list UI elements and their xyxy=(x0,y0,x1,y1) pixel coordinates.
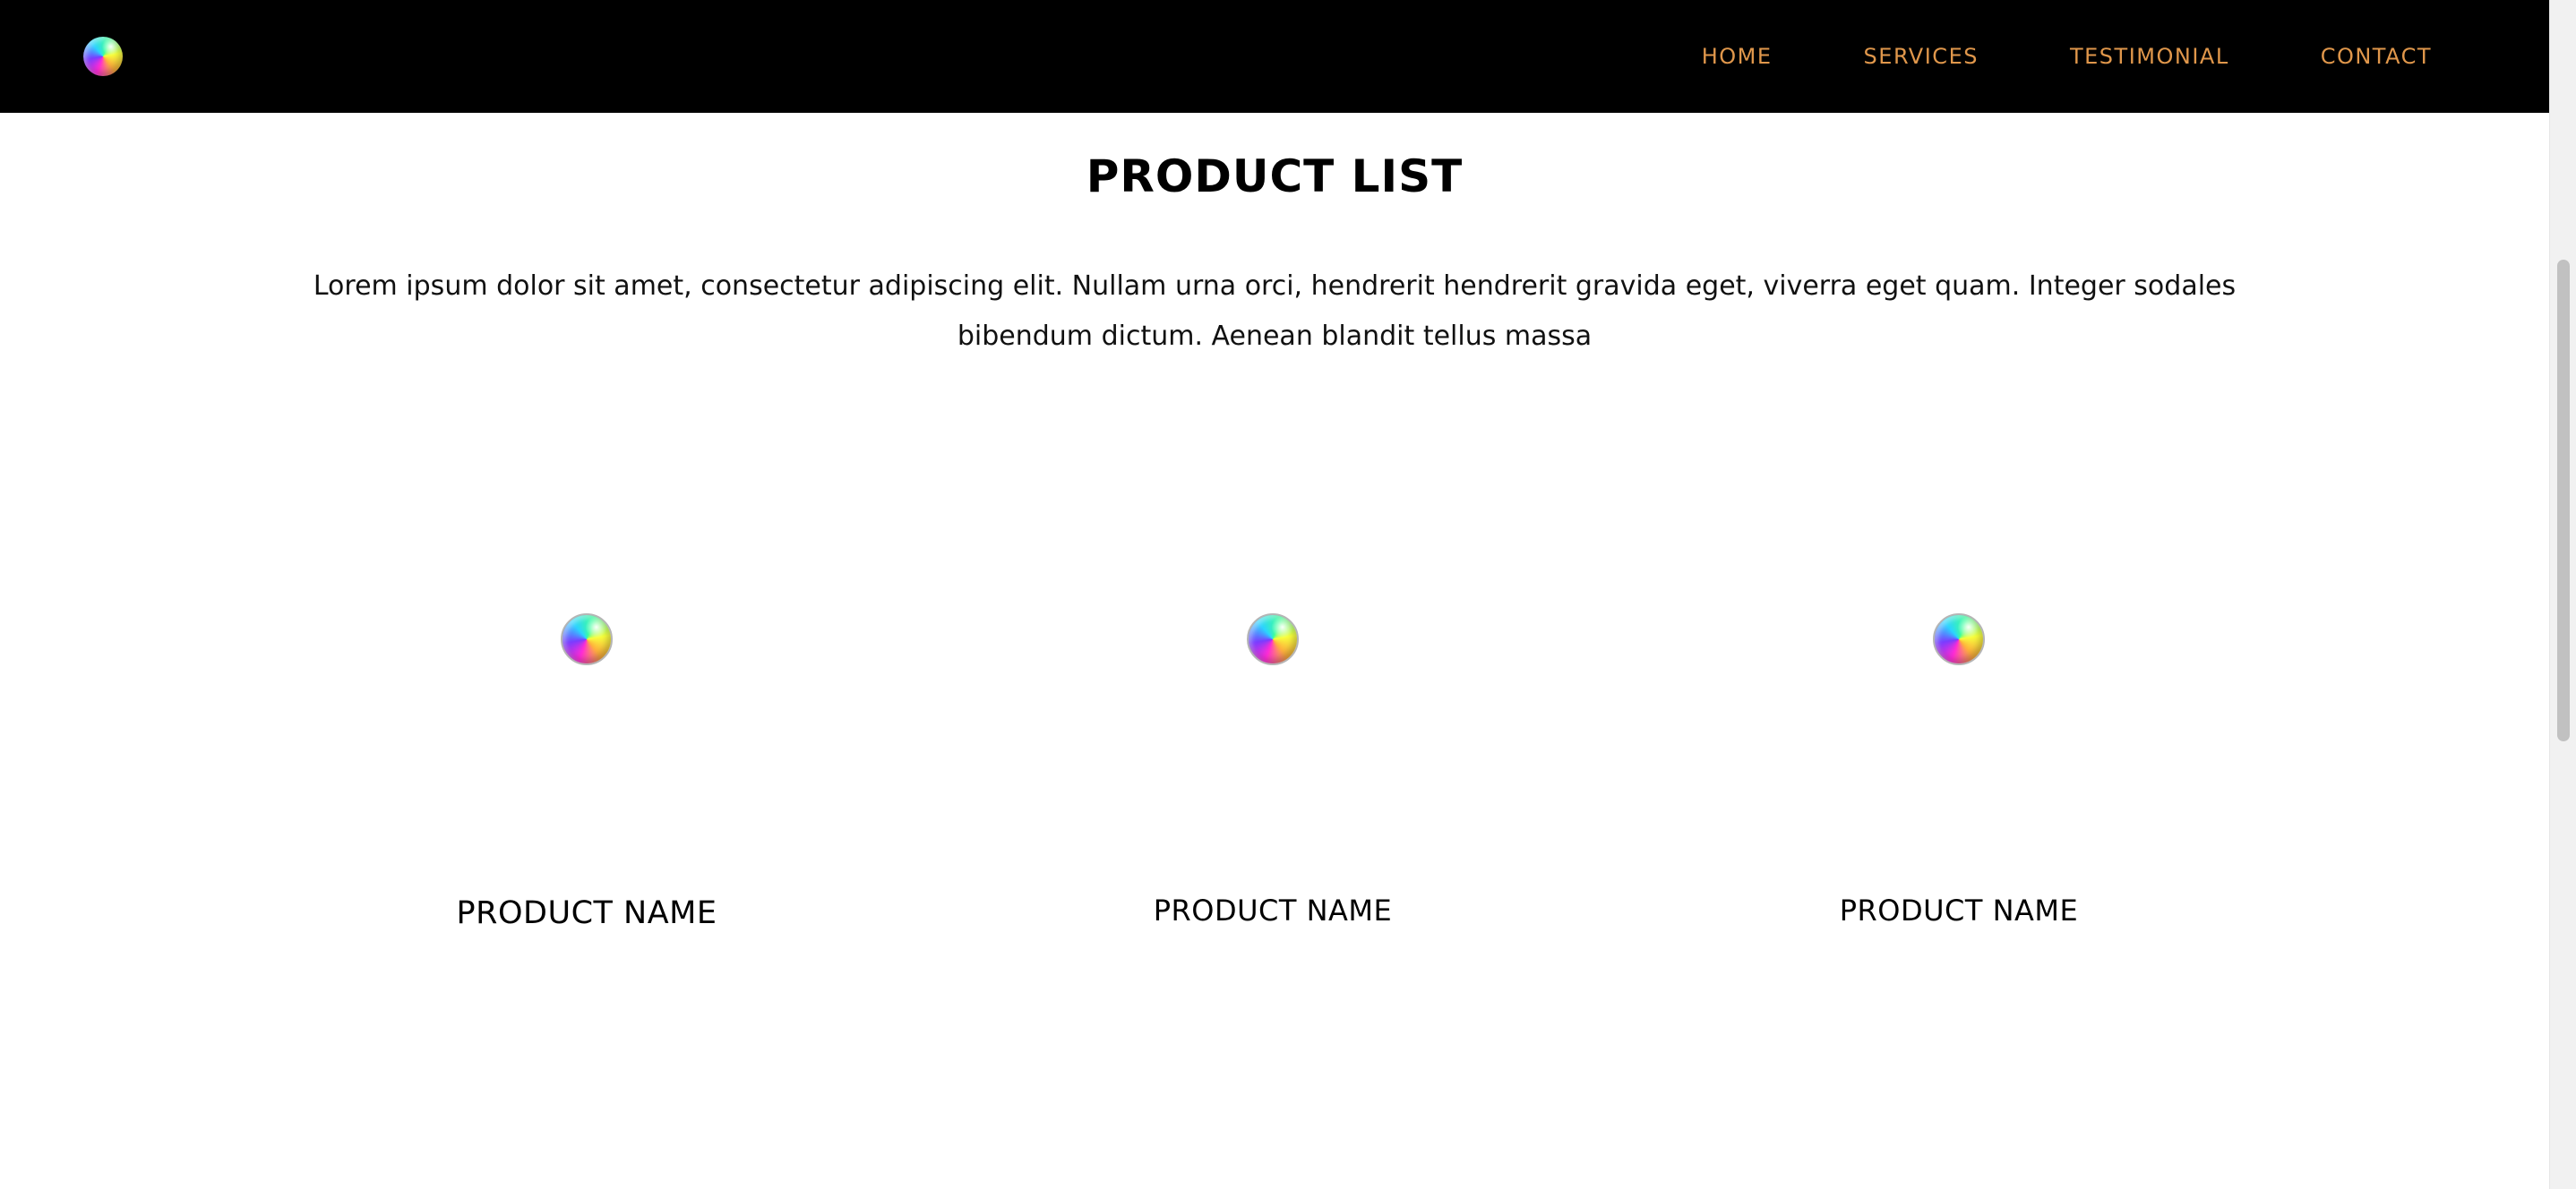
nav-link-home[interactable]: HOME xyxy=(1702,44,1773,69)
scrollbar-thumb[interactable] xyxy=(2557,260,2570,741)
nav-link-testimonial[interactable]: TESTIMONIAL xyxy=(2070,44,2229,69)
product-card[interactable]: PRODUCT NAME xyxy=(1735,609,2183,949)
logo-icon[interactable] xyxy=(83,37,123,76)
page: HOME SERVICES TESTIMONIAL CONTACT PRODUC… xyxy=(0,0,2576,1189)
navbar: HOME SERVICES TESTIMONIAL CONTACT xyxy=(0,0,2549,113)
product-image[interactable] xyxy=(1247,613,1299,665)
page-title: PRODUCT LIST xyxy=(1086,150,1464,202)
rainbow-orb-icon xyxy=(1247,613,1299,665)
rainbow-orb-icon xyxy=(561,613,613,665)
rainbow-orb-icon xyxy=(83,37,123,76)
nav-link-services[interactable]: SERVICES xyxy=(1864,44,1979,69)
nav-link-contact[interactable]: CONTACT xyxy=(2321,44,2432,69)
rainbow-orb-icon xyxy=(1933,613,1985,665)
product-card[interactable]: PRODUCT NAME xyxy=(1049,609,1497,949)
nav-menu: HOME SERVICES TESTIMONIAL CONTACT xyxy=(1702,0,2432,113)
scrollbar-track[interactable] xyxy=(2549,0,2576,1189)
product-image[interactable] xyxy=(561,613,613,665)
product-name[interactable]: PRODUCT NAME xyxy=(1735,894,2183,928)
product-card[interactable]: PRODUCT NAME xyxy=(363,609,811,949)
product-name[interactable]: PRODUCT NAME xyxy=(1049,894,1497,928)
product-name[interactable]: PRODUCT NAME xyxy=(363,895,811,931)
product-image[interactable] xyxy=(1933,613,1985,665)
intro-text: Lorem ipsum dolor sit amet, consectetur … xyxy=(313,270,2237,352)
